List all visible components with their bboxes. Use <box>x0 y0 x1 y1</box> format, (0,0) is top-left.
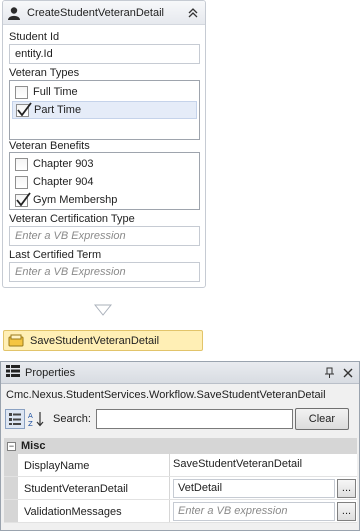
veteran-benefit-label: Chapter 903 <box>33 158 94 170</box>
checkmark-icon <box>17 101 32 116</box>
category-label: Misc <box>21 440 46 452</box>
collapse-icon[interactable] <box>186 6 200 20</box>
veteran-type-label: Full Time <box>33 86 78 98</box>
expression-editor-button[interactable]: ... <box>337 478 356 498</box>
certification-type-label: Veteran Certification Type <box>9 213 135 225</box>
veteran-benefit-item[interactable]: Chapter 904 <box>12 173 197 191</box>
category-misc[interactable]: − Misc <box>4 438 357 454</box>
row-gutter <box>4 477 18 499</box>
svg-text:A: A <box>28 412 33 420</box>
veteran-benefit-item[interactable]: Chapter 903 <box>12 155 197 173</box>
property-name: ValidationMessages <box>18 500 170 522</box>
activity-title: CreateStudentVeteranDetail <box>27 6 164 19</box>
property-grid: − Misc DisplayName SaveStudentVeteranDet… <box>4 438 357 523</box>
veteran-type-label: Part Time <box>34 104 82 116</box>
veteran-benefits-list[interactable]: Chapter 903 Chapter 904 Gym Membershp <box>9 152 200 210</box>
checkmark-icon <box>16 191 31 206</box>
property-name: DisplayName <box>18 454 170 476</box>
properties-header: Properties <box>1 362 359 384</box>
student-id-label: Student Id <box>9 31 60 43</box>
properties-title: Properties <box>25 366 76 379</box>
validation-messages-value[interactable]: Enter a VB expression <box>173 501 335 521</box>
property-row: StudentVeteranDetail VetDetail ... <box>4 477 357 500</box>
property-value-cell: Enter a VB expression ... <box>170 500 357 522</box>
property-value-cell: VetDetail ... <box>170 477 357 499</box>
collapse-category-icon[interactable]: − <box>7 441 16 451</box>
display-name-value[interactable]: SaveStudentVeteranDetail <box>173 455 357 475</box>
user-icon <box>7 6 21 20</box>
checkbox-unchecked[interactable] <box>15 85 28 99</box>
clear-button[interactable]: Clear <box>294 408 349 430</box>
student-veteran-detail-value[interactable]: VetDetail <box>173 478 335 498</box>
search-input[interactable] <box>95 409 293 429</box>
veteran-type-item-selected[interactable]: Part Time <box>12 101 197 119</box>
last-certified-term-label: Last Certified Term <box>9 249 102 261</box>
veteran-benefits-label: Veteran Benefits <box>9 140 90 152</box>
veteran-benefit-item[interactable]: Gym Membershp <box>12 191 197 209</box>
row-gutter <box>4 500 18 522</box>
property-value-cell: SaveStudentVeteranDetail <box>170 454 357 476</box>
veteran-types-label: Veteran Types <box>9 67 80 79</box>
student-id-input[interactable]: entity.Id <box>9 44 200 64</box>
properties-toolbar: AZ Search: Clear <box>1 406 359 432</box>
row-gutter <box>4 454 18 476</box>
veteran-type-item[interactable]: Full Time <box>12 83 197 101</box>
alphabetical-sort-icon[interactable]: AZ <box>27 409 47 429</box>
checkbox-unchecked[interactable] <box>15 157 28 171</box>
certification-type-input[interactable]: Enter a VB Expression <box>9 226 200 246</box>
close-icon[interactable] <box>341 366 355 380</box>
next-activity-title: SaveStudentVeteranDetail <box>30 334 160 347</box>
property-row: DisplayName SaveStudentVeteranDetail <box>4 454 357 477</box>
checkbox-unchecked[interactable] <box>15 175 28 189</box>
create-student-veteran-detail-activity[interactable]: CreateStudentVeteranDetail Student Id en… <box>2 0 206 288</box>
property-name: StudentVeteranDetail <box>18 477 170 499</box>
veteran-types-list[interactable]: Full Time Part Time <box>9 80 200 140</box>
property-row: ValidationMessages Enter a VB expression… <box>4 500 357 523</box>
categorized-view-icon[interactable] <box>5 409 25 429</box>
flow-arrow-icon <box>94 304 112 316</box>
selected-type-name: Cmc.Nexus.StudentServices.Workflow.SaveS… <box>6 389 326 401</box>
search-label: Search: <box>53 413 91 425</box>
last-certified-term-input[interactable]: Enter a VB Expression <box>9 262 200 282</box>
database-icon <box>8 334 24 348</box>
save-student-veteran-detail-activity[interactable]: SaveStudentVeteranDetail <box>3 330 203 351</box>
properties-icon <box>5 364 21 381</box>
activity-header[interactable]: CreateStudentVeteranDetail <box>3 1 205 25</box>
expression-editor-button[interactable]: ... <box>337 501 356 521</box>
checkbox-checked[interactable] <box>16 101 32 117</box>
checkbox-checked[interactable] <box>15 191 31 207</box>
pin-icon[interactable] <box>323 366 337 380</box>
properties-panel: Properties Cmc.Nexus.StudentServices.Wor… <box>0 361 360 531</box>
veteran-benefit-label: Chapter 904 <box>33 176 94 188</box>
veteran-benefit-label: Gym Membershp <box>33 194 118 206</box>
svg-text:Z: Z <box>28 420 33 427</box>
